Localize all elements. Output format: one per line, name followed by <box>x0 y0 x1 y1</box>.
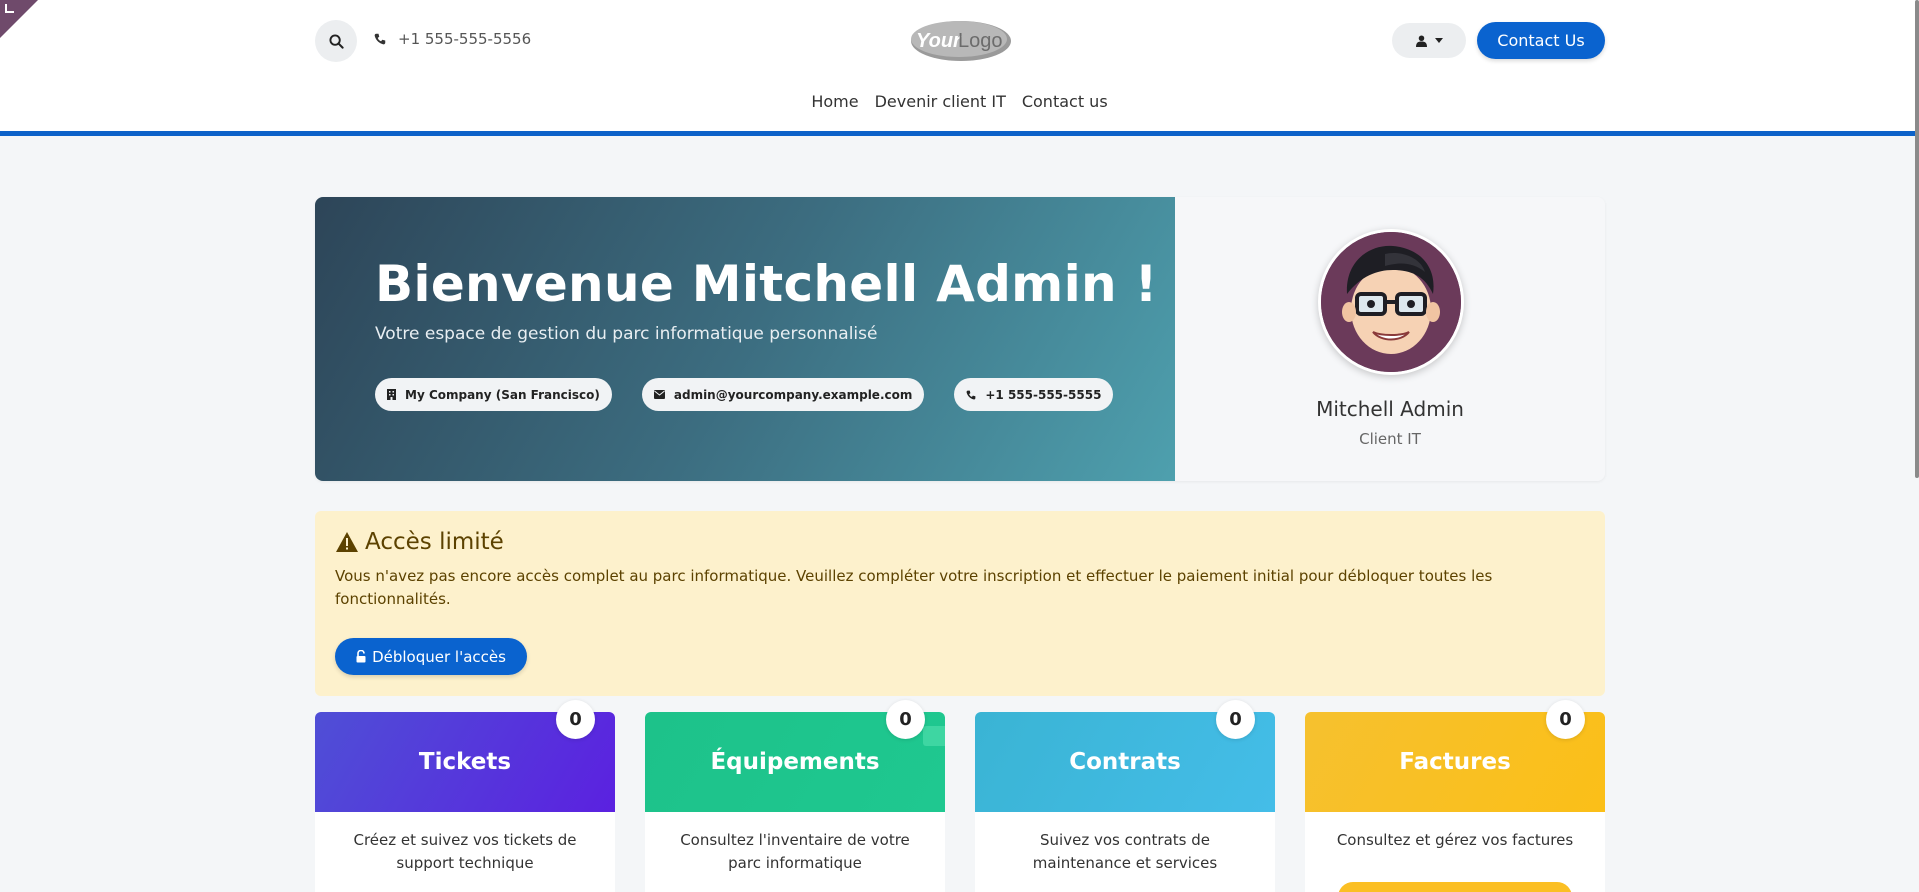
alert-title: Accès limité <box>335 529 504 555</box>
email-chip-text: admin@yourcompany.example.com <box>673 387 913 402</box>
card-equipements-title: Équipements <box>710 749 880 775</box>
unlock-access-label: Débloquer l'accès <box>372 647 506 666</box>
alert-title-text: Accès limité <box>365 529 504 555</box>
welcome-subtitle: Votre espace de gestion du parc informat… <box>375 324 878 344</box>
nav-item-home[interactable]: Home <box>811 92 858 111</box>
site-header: +1 555-555-5556 Your Logo Contact Us Hom… <box>0 0 1919 157</box>
nav-item-contact[interactable]: Contact us <box>1022 92 1108 111</box>
unlock-icon <box>356 650 366 663</box>
card-tickets-title: Tickets <box>418 749 512 775</box>
nav-item-devenir-client[interactable]: Devenir client IT <box>875 92 1006 111</box>
card-factures[interactable]: Factures 0 Consultez et gérez vos factur… <box>1305 700 1605 892</box>
phone-icon <box>374 33 386 45</box>
avatar <box>1318 229 1464 375</box>
logo-text-bold: Your <box>916 30 962 52</box>
user-icon <box>1415 35 1427 47</box>
card-contrats-desc: Suivez vos contrats de maintenance et se… <box>1032 831 1218 872</box>
phone-chip-text: +1 555-555-5555 <box>985 387 1102 402</box>
card-tickets-count: 0 <box>556 700 595 739</box>
main-nav: Home Devenir client IT Contact us <box>0 92 1919 111</box>
search-button[interactable] <box>315 20 357 62</box>
search-icon <box>328 33 344 49</box>
header-divider <box>0 136 1919 157</box>
card-factures-title: Factures <box>1399 749 1511 775</box>
envelope-icon <box>653 390 665 399</box>
card-equipements-desc: Consultez l'inventaire de votre parc inf… <box>680 831 910 872</box>
welcome-hero: Bienvenue Mitchell Admin ! Votre espace … <box>315 197 1605 481</box>
unlock-access-button[interactable]: Débloquer l'accès <box>335 638 527 675</box>
card-factures-count: 0 <box>1546 700 1585 739</box>
editor-corner-badge[interactable] <box>0 0 38 38</box>
warning-icon <box>336 532 358 552</box>
phone-chip: +1 555-555-5555 <box>954 378 1114 411</box>
company-chip-text: My Company (San Francisco) <box>405 387 600 402</box>
welcome-banner: Bienvenue Mitchell Admin ! Votre espace … <box>315 197 1175 481</box>
building-icon <box>387 389 396 400</box>
card-contrats[interactable]: Contrats 0 Suivez vos contrats de mainte… <box>975 700 1275 892</box>
contact-chips: My Company (San Francisco) admin@yourcom… <box>375 378 1114 411</box>
phone-icon <box>966 390 976 399</box>
profile-name: Mitchell Admin <box>1316 397 1464 421</box>
site-logo[interactable]: Your Logo <box>906 17 1012 63</box>
contact-us-button[interactable]: Contact Us <box>1477 22 1605 59</box>
card-equipements-count: 0 <box>886 700 925 739</box>
company-chip: My Company (San Francisco) <box>375 378 612 411</box>
card-factures-desc: Consultez et gérez vos factures <box>1336 831 1574 849</box>
card-tickets-desc: Créez et suivez vos tickets de support t… <box>353 831 577 872</box>
profile-panel: Mitchell Admin Client IT <box>1175 197 1605 481</box>
header-phone[interactable]: +1 555-555-5556 <box>374 30 531 48</box>
card-factures-button[interactable] <box>1338 882 1572 892</box>
card-contrats-count: 0 <box>1216 700 1255 739</box>
header-phone-text: +1 555-555-5556 <box>398 30 532 48</box>
caret-down-icon <box>1434 38 1443 43</box>
limited-access-alert: Accès limité Vous n'avez pas encore accè… <box>315 511 1605 696</box>
user-menu-dropdown[interactable] <box>1392 23 1466 58</box>
card-contrats-title: Contrats <box>1069 749 1181 775</box>
logo-text-light: Logo <box>958 30 1003 52</box>
alert-message: Vous n'avez pas encore accès complet au … <box>335 567 1493 608</box>
welcome-title: Bienvenue Mitchell Admin ! <box>375 255 1158 313</box>
card-equipements-decoration <box>923 726 945 746</box>
email-chip: admin@yourcompany.example.com <box>641 378 925 411</box>
card-tickets[interactable]: Tickets 0 Créez et suivez vos tickets de… <box>315 700 615 892</box>
page-scrollbar[interactable] <box>1915 0 1919 478</box>
profile-role: Client IT <box>1359 430 1421 448</box>
card-equipements[interactable]: Équipements 0 Consultez l'inventaire de … <box>645 700 945 892</box>
